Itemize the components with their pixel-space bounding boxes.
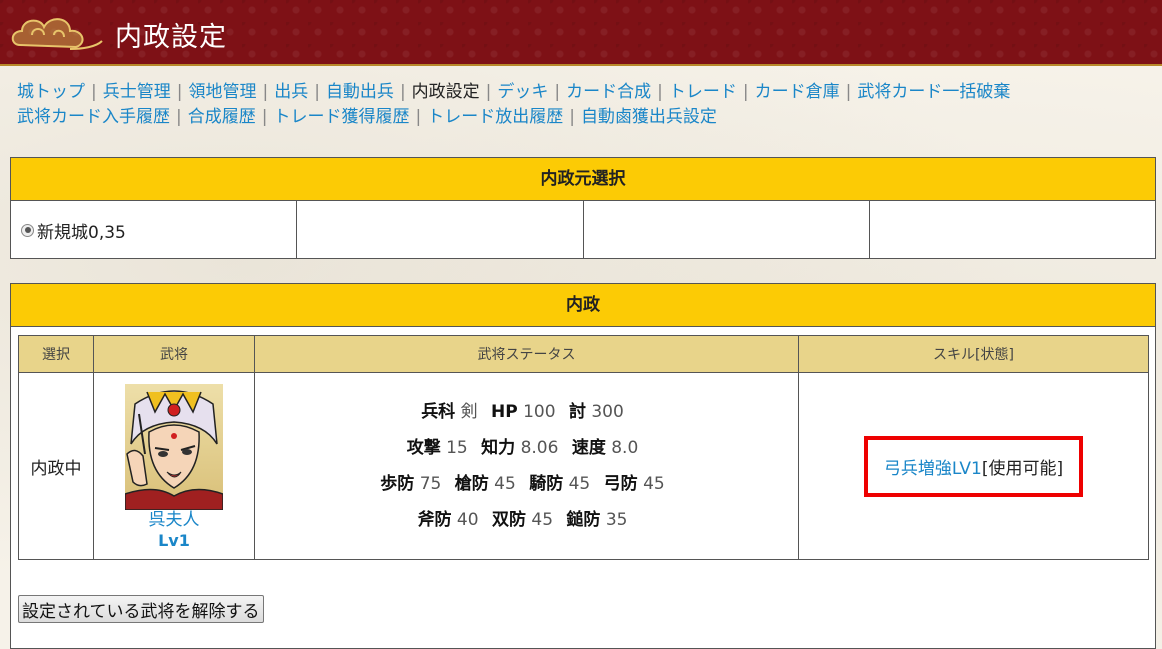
stat-line-3: 歩防 75 槍防 45 騎防 45 弓防 45: [380, 474, 665, 494]
nav-current-domestic-settings: 内政設定: [411, 82, 480, 102]
skill-link[interactable]: 弓兵増強LV1: [884, 459, 982, 479]
header-banner: 内政設定: [0, 0, 1162, 66]
col-header-general: 武将: [93, 335, 255, 373]
nav-link-deck[interactable]: デッキ: [497, 82, 548, 102]
nav-link-synthesis-history[interactable]: 合成履歴: [188, 107, 256, 127]
nav-link-bulk-discard[interactable]: 武将カード一括破棄: [857, 82, 1010, 102]
skill-cell: 弓兵増強LV1[使用可能]: [798, 372, 1149, 560]
navigation-menu: 城トップ | 兵士管理 | 領地管理 | 出兵 | 自動出兵 | 内政設定 | デッキ | カード合成 | トレ…: [17, 80, 1157, 130]
castle-option-label: 新規城0,35: [37, 222, 126, 243]
page-title: 内政設定: [115, 22, 227, 53]
domestic-table: 選択 武将 武将ステータス スキル[状態] 内政中 呉夫人 Lv1 兵科 剣 H…: [18, 335, 1149, 560]
skill-state: [使用可能]: [981, 458, 1064, 479]
col-header-skill-state: スキル[状態]: [798, 335, 1149, 373]
nav-link-card-acquisition-history[interactable]: 武将カード入手履歴: [17, 107, 170, 127]
general-status-cell: 兵科 剣 HP 100 討 300 攻撃 15 知力 8.06 速度 8.0 歩…: [254, 372, 799, 560]
empty-cell: [870, 201, 1155, 259]
stat-block: 兵科 剣 HP 100 討 300 攻撃 15 知力 8.06 速度 8.0 歩…: [255, 394, 798, 538]
source-selection-panel: 内政元選択 新規城0,35: [10, 157, 1156, 259]
castle-option-cell[interactable]: 新規城0,35: [11, 201, 298, 259]
stat-line-1: 兵科 剣 HP 100 討 300: [421, 402, 624, 422]
domestic-panel: 内政 選択 武将 武将ステータス スキル[状態] 内政中 呉夫人 Lv1 兵科 …: [10, 283, 1156, 649]
general-name-link[interactable]: 呉夫人: [94, 510, 254, 530]
nav-link-card-storage[interactable]: カード倉庫: [755, 82, 840, 102]
general-portrait: [125, 383, 223, 510]
release-general-button[interactable]: 設定されている武将を解除する: [18, 595, 264, 623]
stat-line-2: 攻撃 15 知力 8.06 速度 8.0: [406, 438, 639, 458]
col-header-select: 選択: [18, 335, 94, 373]
nav-link-castle-top[interactable]: 城トップ: [17, 82, 85, 102]
source-selection-row: 新規城0,35: [11, 201, 1155, 259]
castle-radio[interactable]: [21, 223, 34, 237]
status-cell: 内政中: [18, 372, 94, 560]
skill-highlight-box: 弓兵増強LV1[使用可能]: [863, 435, 1084, 497]
nav-link-trade-released-history[interactable]: トレード放出履歴: [427, 107, 563, 127]
table-row: 内政中 呉夫人 Lv1 兵科 剣 HP 100 討 300 攻撃 15 知力 8…: [18, 372, 1149, 560]
nav-link-card-synthesis[interactable]: カード合成: [566, 82, 651, 102]
nav-line-1: 城トップ | 兵士管理 | 領地管理 | 出兵 | 自動出兵 | 内政設定 | デッキ | カード合成 | トレ…: [17, 82, 1011, 102]
stat-line-4: 斧防 40 双防 45 鎚防 35: [417, 510, 628, 530]
nav-link-auto-capture-sortie[interactable]: 自動鹵獲出兵設定: [581, 107, 717, 127]
source-selection-title: 内政元選択: [11, 158, 1155, 201]
general-cell: 呉夫人 Lv1: [93, 372, 255, 560]
nav-link-sortie[interactable]: 出兵: [274, 82, 308, 102]
nav-link-troop-management[interactable]: 兵士管理: [103, 82, 171, 102]
general-level: Lv1: [158, 530, 190, 550]
cloud-ornament-icon: [11, 18, 103, 50]
nav-line-2: 武将カード入手履歴 | 合成履歴 | トレード獲得履歴 | トレード放出履歴 | 自動鹵獲出兵設…: [17, 107, 717, 127]
empty-cell: [584, 201, 870, 259]
empty-cell: [297, 201, 584, 259]
col-header-general-status: 武将ステータス: [254, 335, 799, 373]
nav-link-trade[interactable]: トレード: [669, 82, 737, 102]
nav-link-auto-sortie[interactable]: 自動出兵: [326, 82, 394, 102]
nav-link-trade-acquired-history[interactable]: トレード獲得履歴: [273, 107, 409, 127]
nav-link-territory-management[interactable]: 領地管理: [188, 82, 256, 102]
domestic-panel-title: 内政: [11, 284, 1155, 327]
